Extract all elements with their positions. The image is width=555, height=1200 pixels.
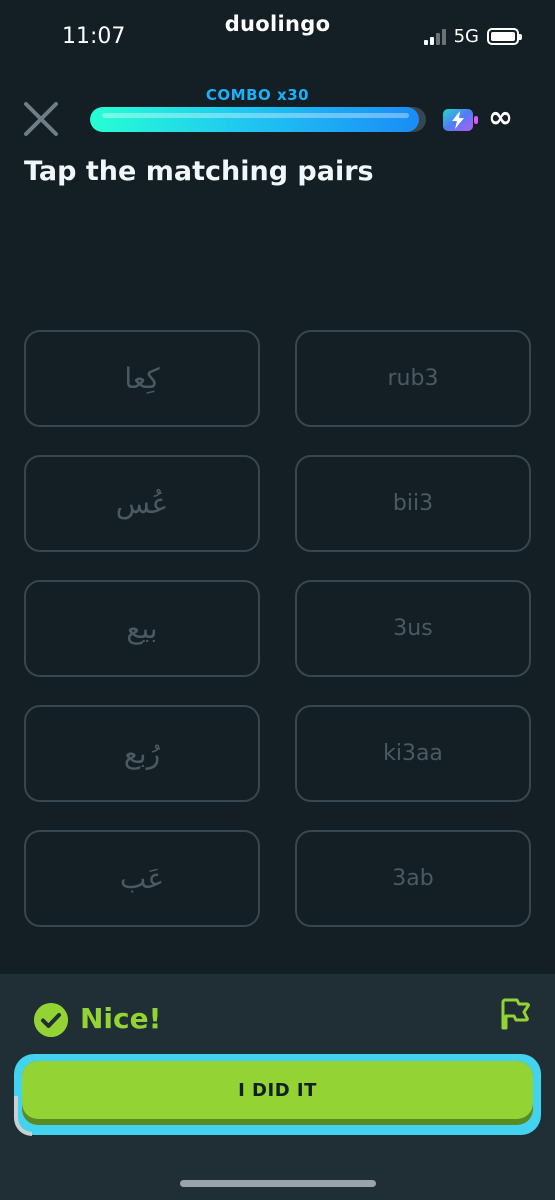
prompt-title: Tap the matching pairs: [24, 156, 374, 187]
tile-left-3[interactable]: بيع: [24, 580, 260, 677]
lesson-progress-fill: [90, 107, 420, 132]
screen: 11:07 duolingo 5G COMBO x30 ∞ Tap the ma…: [0, 0, 555, 1200]
tile-right-3[interactable]: 3us: [295, 580, 531, 677]
status-indicators: 5G: [423, 26, 522, 47]
network-label: 5G: [453, 26, 479, 47]
tile-right-4[interactable]: ki3aa: [295, 705, 531, 802]
flag-icon[interactable]: [500, 998, 530, 1030]
close-icon[interactable]: [22, 100, 60, 138]
lesson-progress-bar: [90, 107, 426, 132]
tile-right-2[interactable]: bii3: [295, 455, 531, 552]
tile-right-5[interactable]: 3ab: [295, 830, 531, 927]
infinity-icon: ∞: [488, 100, 513, 135]
feedback-text: Nice!: [80, 1002, 162, 1035]
energy-icon[interactable]: [442, 108, 480, 132]
tile-left-4[interactable]: رُبع: [24, 705, 260, 802]
tile-left-1[interactable]: كِعا: [24, 330, 260, 427]
tile-left-2[interactable]: عُس: [24, 455, 260, 552]
check-circle-icon: [34, 1003, 68, 1037]
signal-icon: [423, 28, 446, 45]
home-indicator[interactable]: [180, 1180, 376, 1187]
tile-left-5[interactable]: عَب: [24, 830, 260, 927]
battery-icon: [487, 28, 522, 45]
combo-label: COMBO x30: [205, 86, 310, 104]
tile-right-1[interactable]: rub3: [295, 330, 531, 427]
continue-button[interactable]: I DID IT: [22, 1061, 533, 1119]
